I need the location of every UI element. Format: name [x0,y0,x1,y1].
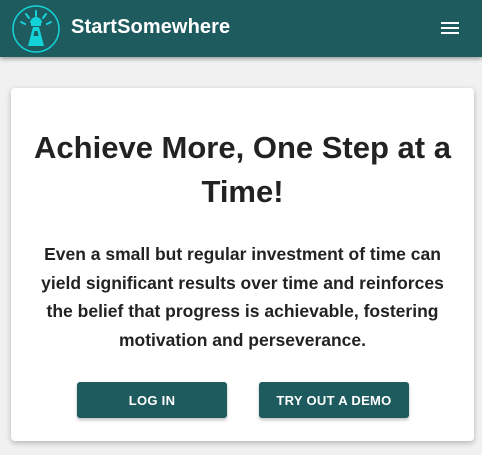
hero-description: Even a small but regular investment of t… [41,244,444,350]
try-demo-button[interactable]: TRY OUT A DEMO [259,382,409,418]
app-bar: StartSomewhere [0,0,482,57]
login-button[interactable]: LOG IN [77,382,227,418]
app-title[interactable]: StartSomewhere [71,16,230,39]
lighthouse-icon[interactable] [11,4,61,54]
hero-title: Achieve More, One Step at a Time! [34,130,451,209]
hamburger-menu-icon[interactable] [434,14,466,42]
hero-card: Achieve More, One Step at a Time! Even a… [11,88,474,441]
